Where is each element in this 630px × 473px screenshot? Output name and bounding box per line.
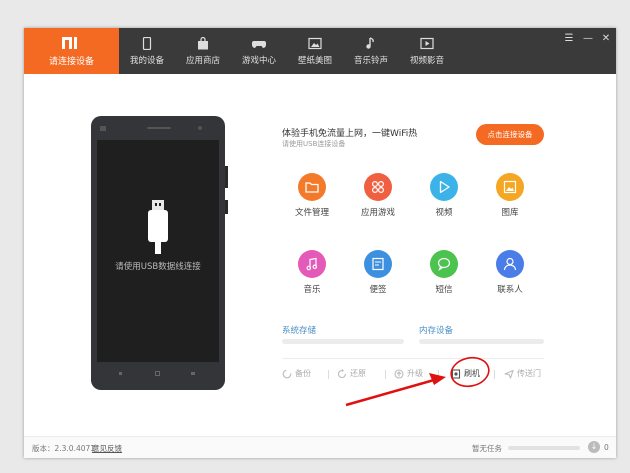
annotation-arrow-line — [345, 378, 435, 407]
annotation-circle — [450, 356, 490, 388]
annotation-arrow-head — [429, 373, 446, 385]
red-annotation-overlay — [345, 356, 490, 407]
